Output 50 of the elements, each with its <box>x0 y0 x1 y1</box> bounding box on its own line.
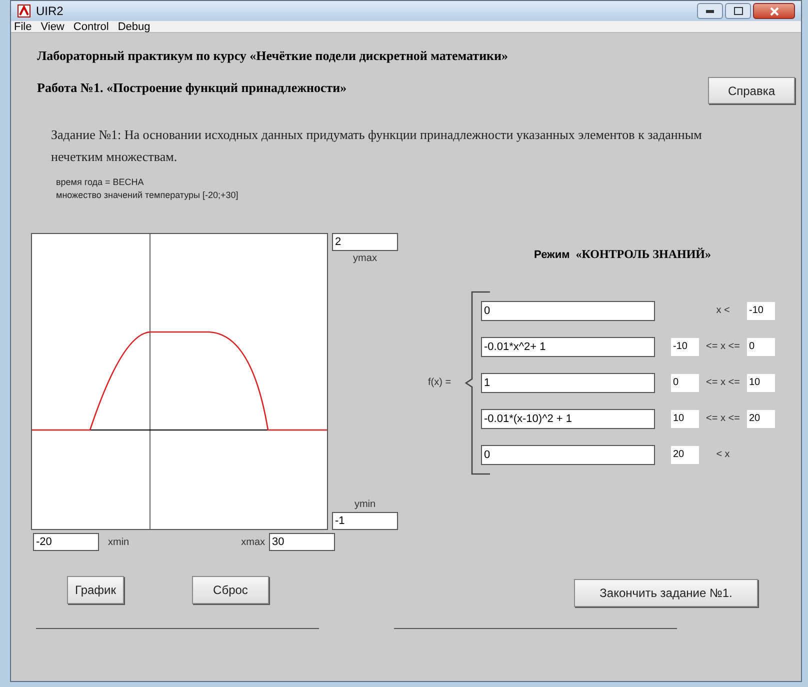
lower-bound-field[interactable]: -10 <box>671 338 699 356</box>
heading: Работа №1. «Построение функций принадлежности» <box>37 78 348 97</box>
mode-label: Режим <box>534 248 570 263</box>
formula-field[interactable]: 1 <box>481 372 655 392</box>
close-icon <box>770 6 778 16</box>
condition-text: множество значений температуры [-20;+30] <box>56 189 240 202</box>
ymax-field[interactable]: 2 <box>332 233 398 251</box>
formula-field[interactable]: 0 <box>481 300 655 320</box>
lower-bound-field[interactable]: 20 <box>671 446 699 464</box>
relation-label: x < <box>715 304 731 318</box>
minimize-icon <box>706 10 714 12</box>
maximize-icon <box>734 7 742 15</box>
mode-name: «КОНТРОЛЬ ЗНАНИЙ» <box>576 246 712 263</box>
upper-bound-field[interactable]: -10 <box>747 302 775 320</box>
heading: Лабораторный практикум по курсу «Нечёткие подели дискретной математики» <box>37 47 508 65</box>
task-text: Задание №1: На основании исходных данных придумать функции принадлежности указанных элементов к заданным нечетким множествам. <box>51 126 703 166</box>
window-title: UIR2 <box>36 3 64 20</box>
ymin-field[interactable]: -1 <box>332 512 398 530</box>
minimize-button[interactable] <box>697 3 723 19</box>
menu-item[interactable]: View <box>40 20 64 32</box>
menu-item[interactable]: Control <box>73 20 109 32</box>
menu-item[interactable]: File <box>14 20 32 32</box>
app-icon <box>17 4 31 18</box>
formula-field[interactable]: -0.01*x^2+ 1 <box>481 336 655 356</box>
lower-bound-field[interactable]: 0 <box>671 374 699 392</box>
xmax-label: xmax <box>241 536 266 550</box>
xmax-field[interactable]: 30 <box>269 533 336 551</box>
formula-field[interactable]: -0.01*(x-10)^2 + 1 <box>481 408 655 428</box>
relation-label: <= x <= <box>705 376 741 390</box>
relation-label: < x <box>715 448 731 462</box>
upper-bound-field[interactable]: 0 <box>747 338 775 356</box>
help-button[interactable]: Справка <box>708 77 795 104</box>
xmin-label: xmin <box>108 536 130 550</box>
relation-label: <= x <= <box>705 340 741 354</box>
xmin-field[interactable]: -20 <box>33 533 99 551</box>
finish-button[interactable]: Закончить задание №1. <box>574 579 758 607</box>
relation-label: <= x <= <box>705 412 741 426</box>
plot-button[interactable]: График <box>67 576 124 604</box>
reset-button[interactable]: Сброс <box>192 576 269 604</box>
condition-text: время года = ВЕСНА <box>56 176 145 189</box>
upper-bound-field[interactable]: 10 <box>747 374 775 392</box>
upper-bound-field[interactable]: 20 <box>747 410 775 428</box>
lower-bound-field[interactable]: 10 <box>671 410 699 428</box>
formula-field[interactable]: 0 <box>481 444 655 464</box>
menu-item[interactable]: Debug <box>118 20 150 32</box>
maximize-button[interactable] <box>725 3 751 19</box>
ymin-label: ymin <box>354 498 376 512</box>
function-label: f(x) = <box>428 376 452 390</box>
close-button[interactable] <box>753 3 795 19</box>
ymax-label: ymax <box>353 252 377 266</box>
